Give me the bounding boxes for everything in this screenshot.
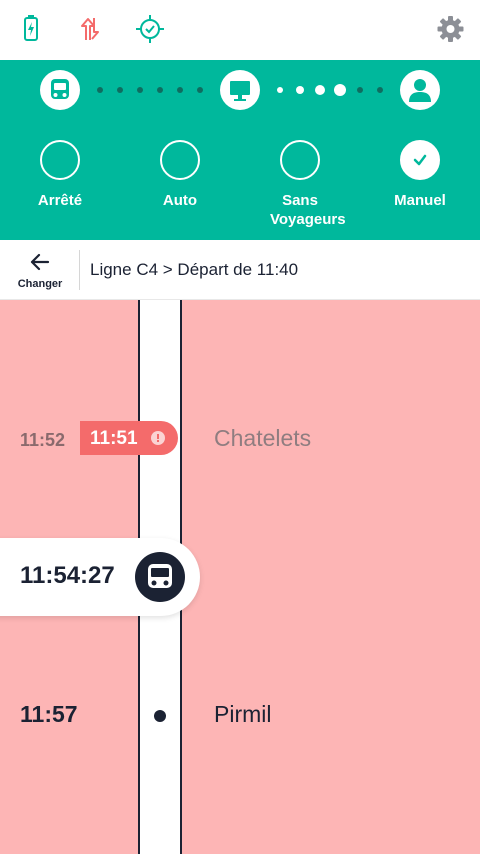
mode-radio-arrete[interactable] bbox=[40, 140, 80, 180]
next-stop-time: 11:57 bbox=[20, 701, 78, 727]
mode-radio-manuel[interactable] bbox=[400, 140, 440, 180]
mode-radio-sans-voyageurs[interactable] bbox=[280, 140, 320, 180]
mode-radio-auto[interactable] bbox=[160, 140, 200, 180]
change-label: Changer bbox=[17, 278, 63, 290]
progress-dot bbox=[357, 87, 363, 93]
sync-arrows-icon[interactable] bbox=[73, 12, 107, 46]
past-stop-name: Chatelets bbox=[214, 425, 312, 451]
progress-dot bbox=[315, 85, 325, 95]
check-icon bbox=[413, 154, 427, 166]
header-divider bbox=[79, 250, 80, 290]
progress-dot bbox=[97, 87, 103, 93]
next-stop-name: Pirmil bbox=[214, 701, 272, 727]
progress-dot bbox=[377, 87, 383, 93]
mode-label-arrete: Arrêté bbox=[37, 192, 83, 209]
current-time: 11:54:27 bbox=[20, 562, 115, 589]
user-icon bbox=[400, 70, 440, 110]
progress-dot bbox=[137, 87, 143, 93]
battery-charging-icon bbox=[14, 12, 48, 46]
mode-label-manuel: Manuel bbox=[394, 192, 446, 209]
arrow-left-icon bbox=[30, 253, 50, 271]
clock-alert-icon bbox=[151, 431, 165, 445]
route-header: Changer Ligne C4 > Départ de 11:40 bbox=[0, 240, 480, 300]
progress-dot bbox=[334, 84, 346, 96]
progress-dot bbox=[177, 87, 183, 93]
mode-label-auto: Auto bbox=[162, 192, 198, 209]
mode-label-sans-voyageurs: Sans Voyageurs bbox=[270, 192, 346, 228]
progress-dot bbox=[117, 87, 123, 93]
next-stop-marker bbox=[154, 710, 166, 722]
timeline[interactable]: 11:52 11:51 Chatelets 11:54:27 11:57 Pir… bbox=[0, 300, 480, 854]
status-bar bbox=[0, 0, 480, 60]
mode-panel: Arrêté Auto Sans Voyageurs Manuel bbox=[0, 60, 480, 240]
late-badge: 11:51 bbox=[80, 421, 178, 455]
past-stop-actual-time: 11:51 bbox=[90, 428, 138, 449]
change-button[interactable]: Changer bbox=[0, 240, 80, 300]
bus-position-icon bbox=[135, 552, 185, 602]
progress-dot bbox=[157, 87, 163, 93]
gps-locate-icon[interactable] bbox=[133, 12, 167, 46]
progress-dot bbox=[197, 87, 203, 93]
bus-icon bbox=[40, 70, 80, 110]
progress-dot bbox=[296, 86, 304, 94]
settings-gear-icon[interactable] bbox=[433, 12, 467, 46]
past-stop-scheduled-time: 11:52 bbox=[20, 430, 66, 450]
page-title: Ligne C4 > Départ de 11:40 bbox=[90, 260, 299, 279]
progress-dot bbox=[277, 87, 283, 93]
current-position-pill: 11:54:27 bbox=[0, 538, 200, 616]
monitor-icon bbox=[220, 70, 260, 110]
